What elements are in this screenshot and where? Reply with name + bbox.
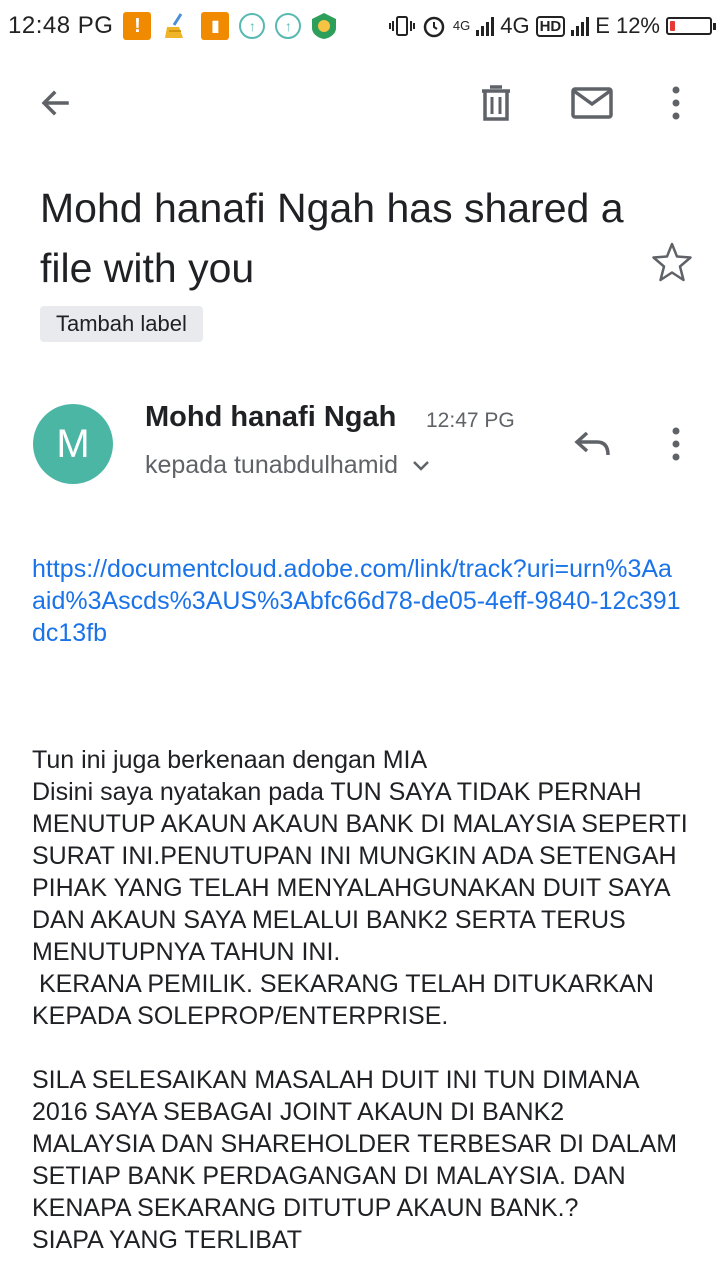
email-subject: Mohd hanafi Ngah has shared a file with …: [40, 185, 624, 291]
status-bar: 12:48 PG ! ▮ ↑ ↑ 4G 4G HD E 12%: [0, 0, 720, 52]
message-more-button[interactable]: [650, 420, 702, 468]
network-type-e: E: [595, 13, 610, 38]
add-label-chip[interactable]: Tambah label: [40, 306, 203, 342]
signal-bars-icon-2: [571, 16, 590, 36]
vertical-dots-icon: [672, 427, 680, 461]
warning-icon: !: [123, 12, 152, 40]
arrow-left-icon: [41, 90, 69, 116]
sender-name: Mohd hanafi Ngah: [145, 401, 397, 433]
envelope-icon: [571, 87, 613, 119]
email-body: Tun ini juga berkenaan dengan MIA Disini…: [32, 746, 688, 1254]
alarm-icon: [421, 13, 447, 39]
shield-icon: [311, 12, 337, 40]
vertical-dots-icon: [672, 86, 680, 120]
star-button[interactable]: [650, 240, 694, 284]
sent-time: 12:47 PG: [426, 409, 515, 432]
back-button[interactable]: [27, 70, 83, 136]
battery-percent: 12%: [615, 13, 660, 38]
vibrate-icon: [388, 15, 415, 37]
more-options-button[interactable]: [648, 70, 704, 136]
upload-sync-icon-2: ↑: [275, 13, 302, 39]
battery-level-fill: [670, 21, 675, 31]
reply-icon: [574, 431, 610, 456]
recipient-text: kepada tunabdulhamid: [145, 451, 398, 479]
recipient-details-toggle[interactable]: kepada tunabdulhamid: [145, 451, 430, 480]
status-bar-right: 4G 4G HD E 12%: [388, 0, 716, 52]
network-type-4g: 4G: [500, 13, 530, 38]
avatar[interactable]: M: [33, 404, 113, 484]
delete-button[interactable]: [468, 70, 524, 136]
status-time: 12:48 PG: [8, 12, 114, 39]
reply-button[interactable]: [566, 420, 618, 468]
hd-badge: HD: [535, 15, 566, 37]
email-toolbar: [0, 70, 720, 136]
mark-unread-button[interactable]: [564, 70, 620, 136]
signal-bars-icon: [476, 16, 495, 36]
network-type-small: 4G: [452, 18, 471, 33]
battery-alert-icon: ▮: [201, 12, 230, 40]
status-bar-left: 12:48 PG ! ▮ ↑ ↑: [0, 11, 337, 41]
star-icon: [652, 242, 692, 282]
cleaner-icon: [161, 11, 191, 41]
upload-sync-icon: ↑: [239, 13, 266, 39]
chevron-down-icon: [413, 460, 429, 471]
trash-icon: [482, 85, 510, 121]
document-link[interactable]: https://documentcloud.adobe.com/link/tra…: [32, 553, 682, 649]
battery-icon: [666, 17, 716, 35]
